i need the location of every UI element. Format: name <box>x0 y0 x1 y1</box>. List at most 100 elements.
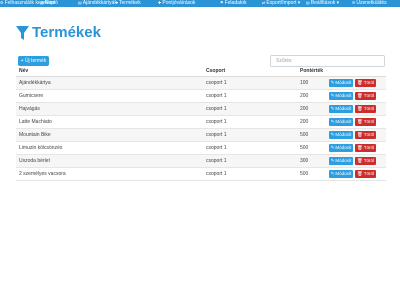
edit-button[interactable]: ✎Módosít <box>329 118 353 126</box>
table-row: Limuzin kölcsönzés csoport 1 500 ✎Módosít 🗑T… <box>16 142 386 155</box>
table-row: Gumicsere csoport 1 200 ✎Módosít 🗑Töröl <box>16 90 386 103</box>
nav-icon: ▤ <box>78 0 82 5</box>
cell-name: Gumicsere <box>19 93 44 99</box>
trash-icon: 🗑 <box>357 171 363 176</box>
table-row: 2 személyes vacsora csoport 1 500 ✎Módosít 🗑… <box>16 168 386 181</box>
delete-button[interactable]: 🗑Töröl <box>355 79 376 87</box>
cell-name: 2 személyes vacsora <box>19 171 66 177</box>
nav-item[interactable]: ✉Üzenetküldés <box>352 0 387 6</box>
nav-icon: ▤ <box>306 0 310 5</box>
edit-button[interactable]: ✎Módosít <box>329 170 353 178</box>
cell-points: 300 <box>300 158 309 164</box>
cell-name: Mountain Bike <box>19 132 51 138</box>
delete-button[interactable]: 🗑Töröl <box>355 170 376 178</box>
delete-button-label: Töröl <box>363 158 374 163</box>
nav-item[interactable]: ▤Ajándékkártyák <box>78 0 117 6</box>
delete-button-label: Töröl <box>363 132 374 137</box>
delete-button-label: Töröl <box>363 80 374 85</box>
trash-icon: 🗑 <box>357 106 363 111</box>
trash-icon: 🗑 <box>357 132 363 137</box>
edit-button[interactable]: ✎Módosít <box>329 131 353 139</box>
trash-icon: 🗑 <box>357 80 363 85</box>
edit-button[interactable]: ✎Módosít <box>329 144 353 152</box>
edit-icon: ✎ <box>330 106 335 111</box>
nav-icon: ⚙ <box>0 0 4 5</box>
trash-icon: 🗑 <box>357 119 363 124</box>
cell-points: 500 <box>300 132 309 138</box>
edit-icon: ✎ <box>330 119 335 124</box>
cell-points: 100 <box>300 80 309 86</box>
edit-button[interactable]: ✎Módosít <box>329 105 353 113</box>
edit-button[interactable]: ✎Módosít <box>329 157 353 165</box>
cell-points: 200 <box>300 106 309 112</box>
nav-item-label: Üzenetküldés <box>356 0 387 6</box>
page-title-text: Termékek <box>32 24 101 41</box>
nav-item-label: Beállítások ▾ <box>310 0 340 6</box>
delete-button-label: Töröl <box>363 171 374 176</box>
nav-item[interactable]: ▤Napló <box>40 0 58 6</box>
search-input[interactable] <box>270 55 385 67</box>
nav-item[interactable]: ▾Termékek <box>116 0 141 6</box>
delete-button[interactable]: 🗑Töröl <box>355 157 376 165</box>
edit-button-label: Módosít <box>335 158 352 163</box>
edit-icon: ✎ <box>330 171 335 176</box>
nav-icon: ✚ <box>158 0 162 5</box>
nav-item[interactable]: ▤Beállítások ▾ <box>306 0 339 6</box>
table-row: Latte Machiato csoport 1 200 ✎Módosít 🗑Töröl <box>16 116 386 129</box>
trash-icon: 🗑 <box>357 158 363 163</box>
delete-button[interactable]: 🗑Töröl <box>355 144 376 152</box>
cell-group: csoport 1 <box>206 158 227 164</box>
column-header-points[interactable]: Pontérték <box>300 68 323 74</box>
cell-group: csoport 1 <box>206 171 227 177</box>
delete-button[interactable]: 🗑Töröl <box>355 131 376 139</box>
edit-icon: ✎ <box>330 93 335 98</box>
edit-icon: ✎ <box>330 132 335 137</box>
delete-button-label: Töröl <box>363 119 374 124</box>
nav-icon: ⚑ <box>220 0 224 5</box>
edit-button[interactable]: ✎Módosít <box>329 79 353 87</box>
nav-item[interactable]: ⇄Export/Import ▾ <box>262 0 300 6</box>
trash-icon: 🗑 <box>357 93 363 98</box>
cell-name: Limuzin kölcsönzés <box>19 145 63 151</box>
delete-button[interactable]: 🗑Töröl <box>355 105 376 113</box>
nav-item-label: Pontjóváírások <box>162 0 196 6</box>
nav-item-label: Export/Import ▾ <box>266 0 301 6</box>
nav-icon: ✉ <box>352 0 356 5</box>
products-table: Név Csoport Pontérték Ajándékkártya csopo… <box>16 67 386 181</box>
trash-icon: 🗑 <box>357 145 363 150</box>
column-header-group[interactable]: Csoport <box>206 68 225 74</box>
nav-item-label: Feladatok <box>224 0 247 6</box>
table-row: Hajvágás csoport 1 200 ✎Módosít 🗑Töröl <box>16 103 386 116</box>
add-product-button[interactable]: + Új termék <box>18 56 49 66</box>
delete-button[interactable]: 🗑Töröl <box>355 118 376 126</box>
cell-name: Uszoda bérlet <box>19 158 50 164</box>
edit-button-label: Módosít <box>335 93 352 98</box>
table-body: Ajándékkártya csoport 1 100 ✎Módosít 🗑Töröl G… <box>16 77 386 181</box>
nav-item[interactable]: ⚑Feladatok <box>220 0 247 6</box>
cell-points: 200 <box>300 93 309 99</box>
cell-group: csoport 1 <box>206 93 227 99</box>
nav-item[interactable]: ✚Pontjóváírások <box>158 0 195 6</box>
edit-button-label: Módosít <box>335 132 352 137</box>
column-header-name[interactable]: Név <box>19 68 28 74</box>
edit-icon: ✎ <box>330 145 335 150</box>
cell-group: csoport 1 <box>206 145 227 151</box>
table-row: Mountain Bike csoport 1 500 ✎Módosít 🗑Töröl <box>16 129 386 142</box>
table-row: Ajándékkártya csoport 1 100 ✎Módosít 🗑Töröl <box>16 77 386 90</box>
edit-button-label: Módosít <box>335 171 352 176</box>
cell-group: csoport 1 <box>206 80 227 86</box>
edit-icon: ✎ <box>330 80 335 85</box>
edit-button[interactable]: ✎Módosít <box>329 92 353 100</box>
table-header: Név Csoport Pontérték <box>16 67 386 77</box>
edit-button-label: Módosít <box>335 80 352 85</box>
delete-button[interactable]: 🗑Töröl <box>355 92 376 100</box>
nav-item-label: Napló <box>44 0 58 6</box>
edit-button-label: Módosít <box>335 119 352 124</box>
nav-icon: ⇄ <box>262 0 266 5</box>
cell-group: csoport 1 <box>206 119 227 125</box>
nav-item-label: Ajándékkártyák <box>82 0 117 6</box>
cell-points: 200 <box>300 119 309 125</box>
nav-icon: ▾ <box>116 0 119 5</box>
top-navbar: ⚙Felhasználók kezelése ▤Napló ▤Ajándékkárt… <box>0 0 400 7</box>
nav-icon: ▤ <box>40 0 44 5</box>
